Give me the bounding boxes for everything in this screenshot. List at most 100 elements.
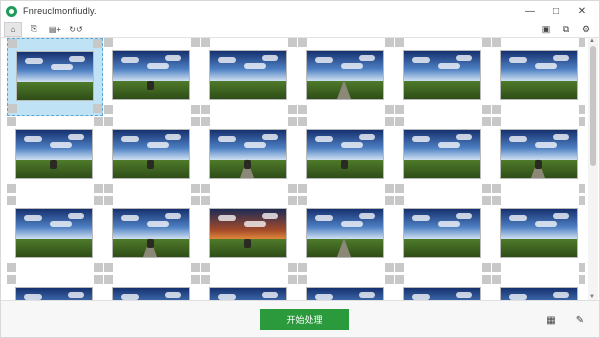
tile-badge-top-right[interactable] <box>579 275 585 284</box>
tile-badge-top-left[interactable] <box>298 196 307 205</box>
tile-badge-top-left[interactable] <box>201 117 210 126</box>
tile-badge-bottom-left[interactable] <box>201 184 210 193</box>
tile-badge-bottom-right[interactable] <box>579 184 585 193</box>
tile-badge-top-right[interactable] <box>385 117 394 126</box>
rotate-button[interactable]: ↻↺ <box>67 22 85 37</box>
tile-badge-top-right[interactable] <box>482 117 491 126</box>
scrollbar-thumb[interactable] <box>590 46 596 166</box>
tile-badge-bottom-right[interactable] <box>482 263 491 272</box>
image-thumbnail-tile[interactable] <box>492 38 585 116</box>
tile-badge-bottom-left[interactable] <box>492 263 501 272</box>
tile-badge-bottom-right[interactable] <box>385 263 394 272</box>
tile-badge-bottom-right[interactable] <box>191 184 200 193</box>
tile-badge-top-right[interactable] <box>579 196 585 205</box>
tile-badge-top-left[interactable] <box>104 117 113 126</box>
tile-badge-top-right[interactable] <box>288 38 297 47</box>
tile-badge-top-right[interactable] <box>385 38 394 47</box>
tile-badge-bottom-left[interactable] <box>104 105 113 114</box>
tile-badge-bottom-left[interactable] <box>201 105 210 114</box>
tile-badge-bottom-left[interactable] <box>104 263 113 272</box>
image-thumbnail-tile[interactable] <box>7 275 103 300</box>
image-thumbnail-tile[interactable] <box>104 275 200 300</box>
tile-badge-top-right[interactable] <box>482 196 491 205</box>
tile-badge-top-right[interactable] <box>191 275 200 284</box>
settings-icon[interactable]: ⚙ <box>579 24 593 35</box>
tile-badge-top-left[interactable] <box>201 38 210 47</box>
tile-badge-top-left[interactable] <box>7 117 16 126</box>
tile-badge-bottom-left[interactable] <box>7 263 16 272</box>
image-thumbnail-tile[interactable] <box>104 38 200 116</box>
tile-badge-top-left[interactable] <box>201 275 210 284</box>
tile-badge-top-right[interactable] <box>482 275 491 284</box>
monitor-icon[interactable]: ▣ <box>539 24 553 35</box>
tile-badge-bottom-left[interactable] <box>492 184 501 193</box>
tile-badge-bottom-left[interactable] <box>298 184 307 193</box>
close-button[interactable]: ✕ <box>569 1 595 21</box>
tile-badge-top-left[interactable] <box>104 38 113 47</box>
tile-badge-top-left[interactable] <box>492 117 501 126</box>
scroll-up-icon[interactable]: ▲ <box>589 38 595 44</box>
copy-icon[interactable]: ⧉ <box>559 24 573 35</box>
image-thumbnail-tile[interactable] <box>492 196 585 274</box>
tile-badge-bottom-right[interactable] <box>579 105 585 114</box>
tile-badge-bottom-left[interactable] <box>492 105 501 114</box>
image-thumbnail-tile[interactable] <box>7 196 103 274</box>
tile-badge-bottom-right[interactable] <box>482 184 491 193</box>
start-processing-button[interactable]: 开始处理 <box>260 309 349 330</box>
tile-badge-top-left[interactable] <box>104 275 113 284</box>
tile-badge-top-right[interactable] <box>288 196 297 205</box>
tile-badge-top-right[interactable] <box>94 117 103 126</box>
tile-badge-bottom-right[interactable] <box>385 105 394 114</box>
tile-badge-top-left[interactable] <box>395 275 404 284</box>
tile-badge-bottom-right[interactable] <box>94 184 103 193</box>
tile-badge-top-left[interactable] <box>492 38 501 47</box>
add-list-button[interactable]: ▤+ <box>46 22 64 37</box>
tile-badge-top-right[interactable] <box>288 117 297 126</box>
image-thumbnail-tile[interactable] <box>104 117 200 195</box>
tile-badge-top-right[interactable] <box>191 38 200 47</box>
image-settings-button[interactable]: ⎘ <box>25 22 43 37</box>
tile-badge-top-right[interactable] <box>94 196 103 205</box>
tile-badge-bottom-left[interactable] <box>298 263 307 272</box>
tile-badge-top-left[interactable] <box>201 196 210 205</box>
image-thumbnail-tile[interactable] <box>201 196 297 274</box>
tile-badge-bottom-right[interactable] <box>288 105 297 114</box>
tile-badge-bottom-left[interactable] <box>395 105 404 114</box>
tile-badge-top-right[interactable] <box>579 38 585 47</box>
tile-badge-top-right[interactable] <box>93 39 102 48</box>
image-thumbnail-tile[interactable] <box>201 275 297 300</box>
tile-badge-top-left[interactable] <box>298 117 307 126</box>
tile-badge-bottom-left[interactable] <box>395 184 404 193</box>
tile-badge-top-left[interactable] <box>7 275 16 284</box>
vertical-scrollbar[interactable]: ▲ ▼ <box>588 38 598 300</box>
tile-badge-top-left[interactable] <box>298 275 307 284</box>
tile-badge-top-right[interactable] <box>191 117 200 126</box>
tile-badge-bottom-right[interactable] <box>93 104 102 113</box>
tile-badge-top-left[interactable] <box>492 275 501 284</box>
tile-badge-top-left[interactable] <box>395 117 404 126</box>
tile-badge-top-right[interactable] <box>191 196 200 205</box>
tile-badge-bottom-right[interactable] <box>288 184 297 193</box>
maximize-button[interactable]: □ <box>543 1 569 21</box>
tile-badge-top-left[interactable] <box>492 196 501 205</box>
tile-badge-bottom-right[interactable] <box>191 105 200 114</box>
image-thumbnail-tile[interactable] <box>492 117 585 195</box>
tile-badge-top-right[interactable] <box>385 275 394 284</box>
image-thumbnail-tile[interactable] <box>395 275 491 300</box>
tile-badge-top-right[interactable] <box>288 275 297 284</box>
image-thumbnail-tile[interactable] <box>395 117 491 195</box>
image-thumbnail-tile[interactable] <box>298 275 394 300</box>
tile-badge-top-right[interactable] <box>482 38 491 47</box>
tile-badge-top-right[interactable] <box>385 196 394 205</box>
tile-badge-bottom-right[interactable] <box>385 184 394 193</box>
tile-badge-bottom-left[interactable] <box>104 184 113 193</box>
tile-badge-bottom-right[interactable] <box>191 263 200 272</box>
tile-badge-top-left[interactable] <box>395 196 404 205</box>
tile-badge-top-right[interactable] <box>579 117 585 126</box>
tile-badge-top-right[interactable] <box>94 275 103 284</box>
minimize-button[interactable]: — <box>517 1 543 21</box>
image-thumbnail-tile[interactable] <box>298 117 394 195</box>
tile-badge-bottom-left[interactable] <box>7 184 16 193</box>
tile-badge-top-left[interactable] <box>7 196 16 205</box>
tile-badge-top-left[interactable] <box>395 38 404 47</box>
